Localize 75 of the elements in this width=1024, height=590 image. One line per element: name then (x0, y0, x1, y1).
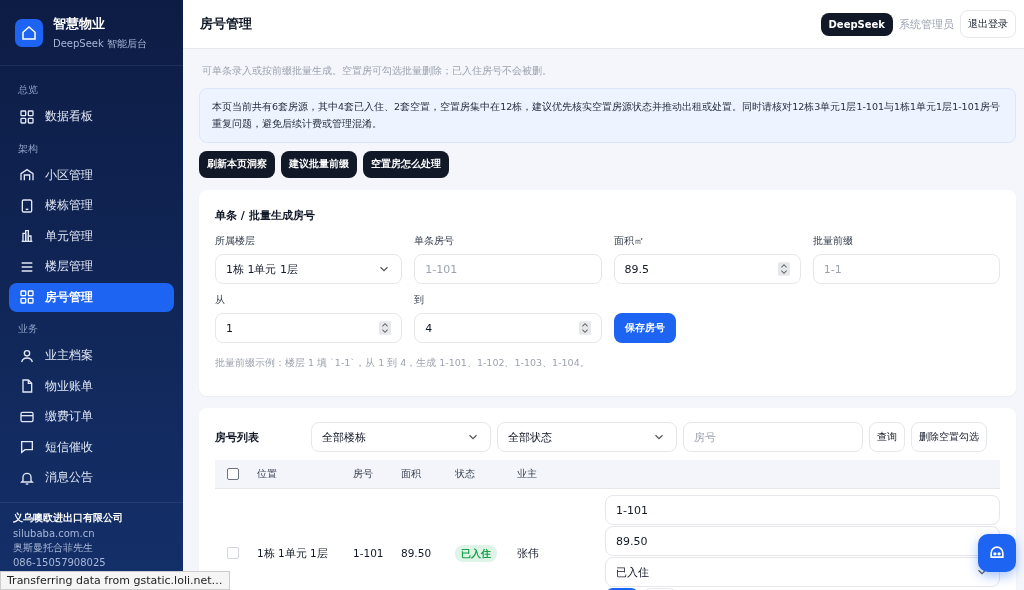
brand-title: 智慧物业 (53, 15, 106, 33)
checkbox[interactable] (227, 468, 239, 481)
grid-icon (19, 108, 35, 125)
select-field[interactable]: 全部楼栋 (311, 422, 491, 453)
input-field[interactable]: 1 (215, 313, 403, 344)
nav-item[interactable]: 楼栋管理 (9, 191, 174, 220)
brand-subtitle: DeepSeek 智能后台 (53, 37, 147, 51)
nav-item[interactable]: 楼层管理 (9, 252, 174, 281)
input-field[interactable]: 4 (414, 313, 602, 344)
field-label: 单条房号 (414, 235, 456, 249)
input-field[interactable]: 89.50 (605, 526, 1000, 557)
field-label: 所属楼层 (215, 235, 256, 249)
save-button[interactable]: 保存房号 (613, 313, 676, 344)
nav-item[interactable]: 物业账单 (9, 371, 174, 401)
chat-icon (19, 439, 35, 455)
status-bar: Transferring data from gstatic.loli.net… (0, 571, 230, 590)
grid-icon (19, 289, 35, 305)
table-cell-text: 1栋 1单元 1层 (257, 547, 329, 562)
input-field[interactable]: 89.5 (613, 254, 801, 285)
select-field[interactable]: 全部状态 (497, 422, 677, 453)
nav-item[interactable]: 短信催收 (9, 432, 174, 462)
select-field[interactable]: 已入住 (605, 557, 1000, 588)
nav-section-heading: 业务 (17, 322, 39, 336)
tablet-icon (19, 197, 35, 214)
table-cell-text: 89.50 (401, 547, 433, 560)
select-field[interactable]: 1栋 1单元 1层 (215, 254, 403, 285)
field-label: 从 (215, 294, 226, 308)
ai-prompt-button[interactable]: 空置房怎么处理 (363, 151, 449, 179)
user-icon (19, 347, 35, 364)
card-title: 房号列表 (215, 429, 260, 445)
card-title: 单条 / 批量生成房号 (215, 208, 316, 224)
field-label: 面积㎡ (613, 235, 645, 249)
house-icon (15, 19, 43, 47)
column-header: 面积 (401, 467, 422, 481)
page-title: 房号管理 (200, 15, 252, 33)
company-info: 086-15057908025 (13, 557, 107, 568)
ai-prompt-button[interactable]: 建议批量前缀 (281, 151, 357, 179)
column-header: 房号 (353, 467, 374, 481)
toolbar-button[interactable]: 查询 (869, 422, 905, 453)
company-info: 奥斯曼托合菲先生 (13, 541, 94, 555)
assistant-button[interactable] (978, 534, 1016, 572)
table-cell-text: 张伟 (517, 547, 540, 562)
spinner-icon (578, 321, 591, 336)
nav-section-heading: 总览 (17, 83, 39, 97)
column-header: 业主 (517, 467, 538, 481)
nav-item[interactable]: 单元管理 (9, 221, 174, 251)
nav-item[interactable]: 业主档案 (9, 341, 174, 370)
nav-item[interactable]: 数据看板 (9, 102, 174, 131)
hint-text: 批量前缀示例：楼层 1 填 `1-1`，从 1 到 4，生成 1-101、1-102、1-103、1-104。 (215, 357, 591, 371)
nav-item[interactable]: 消息公告 (9, 463, 174, 492)
spinner-icon (379, 321, 392, 336)
status-tag: 已入住 (455, 545, 497, 563)
column-header: 位置 (257, 467, 278, 481)
column-header: 状态 (455, 467, 476, 481)
model-badge: DeepSeek (820, 12, 893, 36)
ai-insight-text: 本页当前共有6套房源，其中4套已入住、2套空置，空置房集中在12栋，建议优先核实空置房源状态并推动出租或处置。同时请核对12栋3单元1层1-101与1栋1单元1层1-101房号重复问题，避免后续计费或管理混淆。 (199, 88, 1016, 144)
logout-button[interactable]: 退出登录 (960, 10, 1016, 38)
bar-chart-icon (19, 228, 35, 244)
intro-text: 可单条录入或按前缀批量生成。空置房可勾选批量删除；已入住房号不会被删。 (202, 65, 553, 78)
document-icon (19, 378, 35, 394)
table-cell-text: 1-101 (353, 547, 385, 560)
nav-item[interactable]: 缴费订单 (9, 402, 174, 431)
nav-section-heading: 架构 (17, 141, 39, 156)
spinner-icon (777, 262, 790, 277)
field-label: 到 (414, 294, 426, 308)
input-field[interactable]: 1-101 (605, 495, 1000, 526)
company-info: silubaba.com.cn (13, 528, 96, 539)
company-name: 义乌噢欧进出口有限公司 (13, 511, 124, 525)
house-icon (19, 167, 35, 183)
user-name: 系统管理员 (899, 16, 954, 32)
nav-item[interactable]: 小区管理 (9, 160, 174, 190)
field-label: 批量前缀 (812, 235, 854, 249)
nav-item[interactable]: 房号管理 (9, 282, 174, 312)
toolbar-button[interactable]: 删除空置勾选 (911, 422, 987, 453)
ai-prompt-button[interactable]: 刷新本页洞察 (199, 151, 275, 179)
